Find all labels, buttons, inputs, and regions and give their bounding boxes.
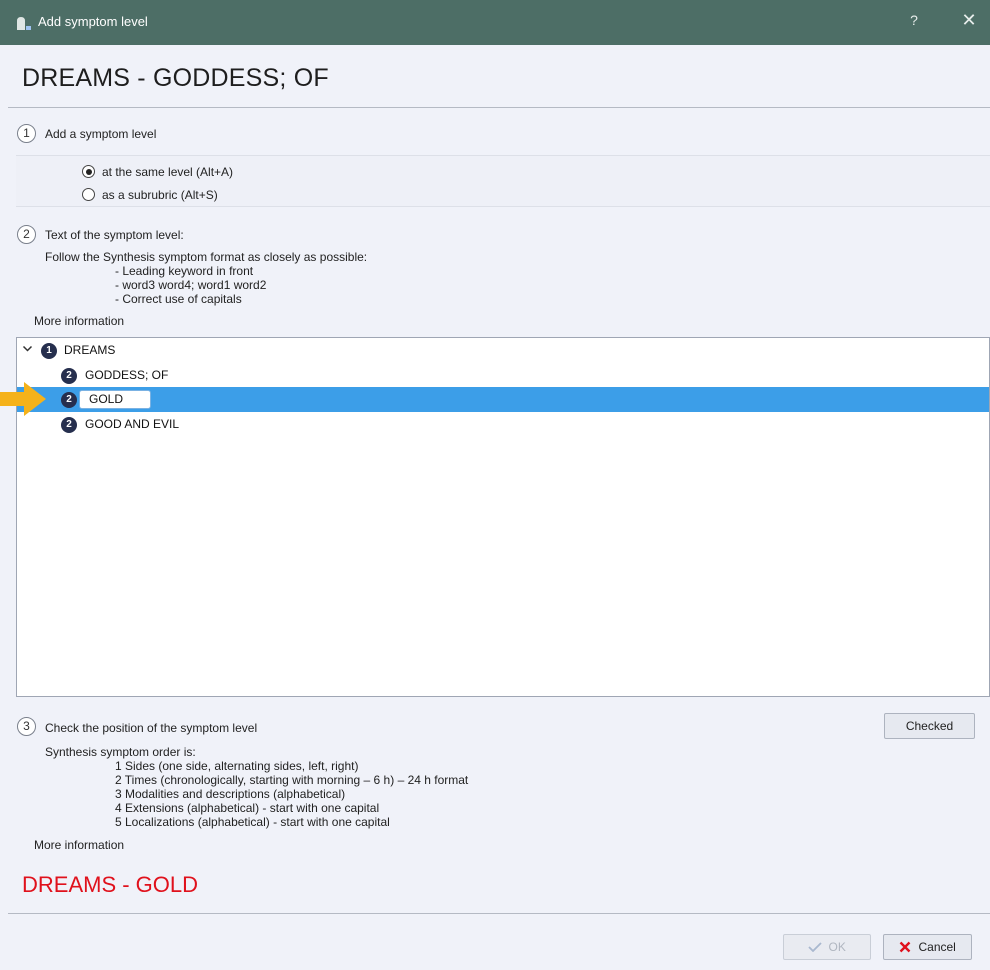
cancel-button[interactable]: Cancel [883,934,972,960]
window-title: Add symptom level [38,14,148,29]
tree-item-label: GOOD AND EVIL [85,417,180,431]
symptom-tree[interactable]: 1 DREAMS 2 GODDESS; OF 2 GOLD 2 GOOD AND… [16,337,990,697]
step-2-label: Text of the symptom level: [45,228,184,242]
format-rule: - Leading keyword in front [115,264,254,278]
divider [8,913,990,914]
cancel-x-icon [899,941,911,953]
ok-button[interactable]: OK [783,934,871,960]
order-rule: 2 Times (chronologically, starting with … [115,773,469,787]
result-preview: DREAMS - GOLD [22,872,199,897]
order-rule: 1 Sides (one side, alternating sides, le… [115,759,359,773]
level-badge: 2 [61,368,77,384]
radio-same-level-label[interactable]: at the same level (Alt+A) [102,165,233,179]
format-intro: Follow the Synthesis symptom format as c… [45,250,368,264]
step-3-label: Check the position of the symptom level [45,721,258,735]
format-rule: - word3 word4; word1 word2 [115,278,267,292]
step-1-label: Add a symptom level [45,127,157,141]
tree-item[interactable]: 2 GOOD AND EVIL [17,412,989,437]
level-badge: 1 [41,343,57,359]
app-icon [17,17,31,30]
title-bar: Add symptom level ? ✕ [0,0,990,45]
divider [8,107,990,108]
step-2-icon: 2 [17,225,36,244]
tree-item-label: DREAMS [64,343,116,357]
tree-item[interactable]: 2 GODDESS; OF [17,363,989,388]
radio-subrubric[interactable] [82,188,95,201]
check-icon [808,942,822,953]
arrow-pointer-icon [0,382,46,416]
page-title: DREAMS - GODDESS; OF [22,64,329,92]
step-3-icon: 3 [17,717,36,736]
order-intro: Synthesis symptom order is: [45,745,196,759]
level-options-group: at the same level (Alt+A) as a subrubric… [16,155,990,207]
cancel-label: Cancel [918,940,956,954]
tree-item-label: GODDESS; OF [85,368,169,382]
checked-button[interactable]: Checked [884,713,975,739]
chevron-down-icon[interactable] [22,343,34,355]
radio-same-level[interactable] [82,165,95,178]
order-rule: 5 Localizations (alphabetical) - start w… [115,815,390,829]
help-button[interactable]: ? [904,12,924,28]
more-information-link[interactable]: More information [34,838,124,852]
tree-item-label[interactable]: GOLD [89,392,123,406]
format-rule: - Correct use of capitals [115,292,242,306]
level-badge: 2 [61,392,77,408]
more-information-link[interactable]: More information [34,314,124,328]
close-button[interactable]: ✕ [958,10,980,31]
step-1-icon: 1 [17,124,36,143]
tree-item-selected[interactable]: 2 GOLD [17,387,989,412]
order-rule: 3 Modalities and descriptions (alphabeti… [115,787,346,801]
radio-subrubric-label[interactable]: as a subrubric (Alt+S) [102,188,218,202]
order-rule: 4 Extensions (alphabetical) - start with… [115,801,380,815]
ok-label: OK [828,940,846,954]
tree-item[interactable]: 1 DREAMS [17,338,989,363]
level-badge: 2 [61,417,77,433]
